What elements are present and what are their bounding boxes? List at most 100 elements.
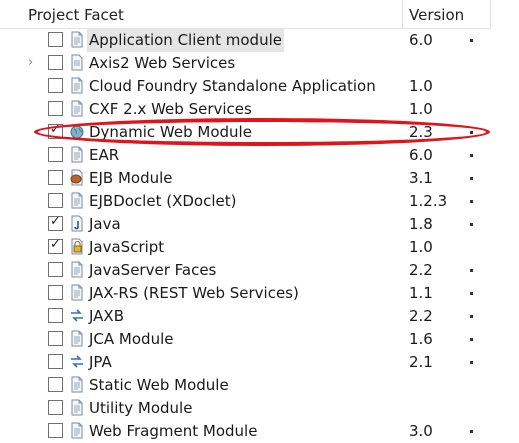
version-dropdown-icon[interactable]	[470, 39, 473, 42]
facet-label: JavaScript	[89, 238, 165, 256]
table-right-edge	[491, 0, 519, 436]
version-dropdown-icon[interactable]	[470, 200, 473, 203]
facet-label: Dynamic Web Module	[89, 123, 252, 141]
facet-row[interactable]: Web Fragment Module 3.0	[0, 420, 519, 443]
facet-row[interactable]: ✓ JavaScript 1.0	[0, 236, 519, 259]
checkmark-icon: ✓	[50, 214, 61, 229]
facet-label: EJB Module	[89, 169, 173, 187]
document-icon	[69, 77, 85, 94]
facet-row[interactable]: JavaServer Faces 2.2	[0, 259, 519, 282]
column-divider[interactable]	[402, 0, 403, 29]
facet-label: JavaServer Faces	[89, 261, 217, 279]
facet-checkbox[interactable]	[48, 331, 63, 346]
facet-label: EAR	[89, 146, 120, 164]
folder-icon	[69, 54, 85, 71]
facet-row[interactable]: Application Client module 6.0	[0, 29, 519, 52]
javascript-icon	[69, 238, 85, 255]
facet-checkbox[interactable]	[48, 400, 63, 415]
facet-label: Web Fragment Module	[89, 422, 258, 440]
facet-checkbox[interactable]: ✓	[48, 237, 63, 254]
version-dropdown-icon[interactable]	[470, 154, 473, 157]
checkmark-icon: ✓	[50, 237, 61, 252]
java-icon	[69, 215, 85, 232]
facet-checkbox[interactable]	[48, 285, 63, 300]
facet-checkbox[interactable]	[48, 147, 63, 162]
document-icon	[69, 399, 85, 416]
facet-row[interactable]: Cloud Foundry Standalone Application 1.0	[0, 75, 519, 98]
facet-table-header: Project Facet Version	[0, 0, 519, 29]
facet-row[interactable]: Utility Module	[0, 397, 519, 420]
facet-row[interactable]: ✓ Dynamic Web Module 2.3	[0, 121, 519, 144]
facet-row[interactable]: JCA Module 1.6	[0, 328, 519, 351]
document-icon	[69, 261, 85, 278]
document-icon	[69, 376, 85, 393]
facet-checkbox[interactable]	[48, 308, 63, 323]
document-icon	[69, 330, 85, 347]
column-header-version[interactable]: Version	[409, 0, 464, 28]
version-dropdown-icon[interactable]	[470, 223, 473, 226]
facet-row[interactable]: CXF 2.x Web Services 1.0	[0, 98, 519, 121]
facet-checkbox[interactable]: ✓	[48, 122, 63, 139]
version-dropdown-icon[interactable]	[470, 292, 473, 295]
facet-label: Axis2 Web Services	[89, 54, 236, 72]
facet-version[interactable]: 2.2	[409, 259, 433, 282]
facet-version[interactable]: 2.3	[409, 121, 433, 144]
facet-row[interactable]: JPA 2.1	[0, 351, 519, 374]
facet-checkbox[interactable]	[48, 101, 63, 116]
facet-version[interactable]: 1.6	[409, 328, 433, 351]
facet-label: Java	[89, 215, 121, 233]
arrows-icon	[69, 353, 85, 370]
facet-checkbox[interactable]	[48, 377, 63, 392]
facet-checkbox[interactable]	[48, 32, 63, 47]
facet-label: EJBDoclet (XDoclet)	[89, 192, 237, 210]
facet-version[interactable]: 1.1	[409, 282, 433, 305]
facet-version[interactable]: 6.0	[409, 144, 433, 167]
facet-version: 1.0	[409, 238, 433, 256]
facet-version[interactable]: 2.1	[409, 351, 433, 374]
document-icon	[69, 192, 85, 209]
facet-version[interactable]: 1.2.3	[409, 190, 447, 213]
arrows-icon	[69, 307, 85, 324]
version-dropdown-icon[interactable]	[470, 269, 473, 272]
facet-checkbox[interactable]: ✓	[48, 214, 63, 231]
facet-version[interactable]: 2.2	[409, 305, 433, 328]
facet-label: Application Client module	[87, 29, 284, 52]
document-icon	[69, 284, 85, 301]
facet-row[interactable]: › Axis2 Web Services	[0, 52, 519, 75]
facet-row[interactable]: EJBDoclet (XDoclet) 1.2.3	[0, 190, 519, 213]
version-dropdown-icon[interactable]	[470, 430, 473, 433]
chevron-right-icon[interactable]: ›	[28, 56, 42, 70]
version-dropdown-icon[interactable]	[470, 177, 473, 180]
version-dropdown-icon[interactable]	[470, 131, 473, 134]
facet-row[interactable]: JAXB 2.2	[0, 305, 519, 328]
facet-checkbox[interactable]	[48, 262, 63, 277]
globe-icon	[69, 123, 85, 140]
facet-row[interactable]: Static Web Module	[0, 374, 519, 397]
facet-checkbox[interactable]	[48, 354, 63, 369]
document-icon	[69, 31, 85, 48]
facet-checkbox[interactable]	[48, 193, 63, 208]
facet-version[interactable]: 6.0	[409, 29, 433, 52]
version-dropdown-icon[interactable]	[470, 361, 473, 364]
facet-checkbox[interactable]	[48, 170, 63, 185]
facet-label: Static Web Module	[89, 376, 229, 394]
facet-checkbox[interactable]	[48, 55, 63, 70]
facet-version[interactable]: 3.1	[409, 167, 433, 190]
facet-label: JAX-RS (REST Web Services)	[89, 284, 299, 302]
facet-row[interactable]: ✓ Java 1.8	[0, 213, 519, 236]
facet-label: JPA	[89, 353, 112, 371]
facet-row[interactable]: EJB Module 3.1	[0, 167, 519, 190]
facet-checkbox[interactable]	[48, 78, 63, 93]
facet-version[interactable]: 1.8	[409, 213, 433, 236]
version-dropdown-icon[interactable]	[470, 338, 473, 341]
document-icon	[69, 146, 85, 163]
column-header-project-facet[interactable]: Project Facet	[28, 0, 124, 28]
facet-label: Utility Module	[89, 399, 193, 417]
checkmark-icon: ✓	[50, 122, 61, 137]
facet-row[interactable]: EAR 6.0	[0, 144, 519, 167]
facet-version: 1.0	[409, 100, 433, 118]
version-dropdown-icon[interactable]	[470, 315, 473, 318]
facet-version[interactable]: 3.0	[409, 420, 433, 443]
facet-row[interactable]: JAX-RS (REST Web Services) 1.1	[0, 282, 519, 305]
facet-label: Cloud Foundry Standalone Application	[89, 77, 376, 95]
